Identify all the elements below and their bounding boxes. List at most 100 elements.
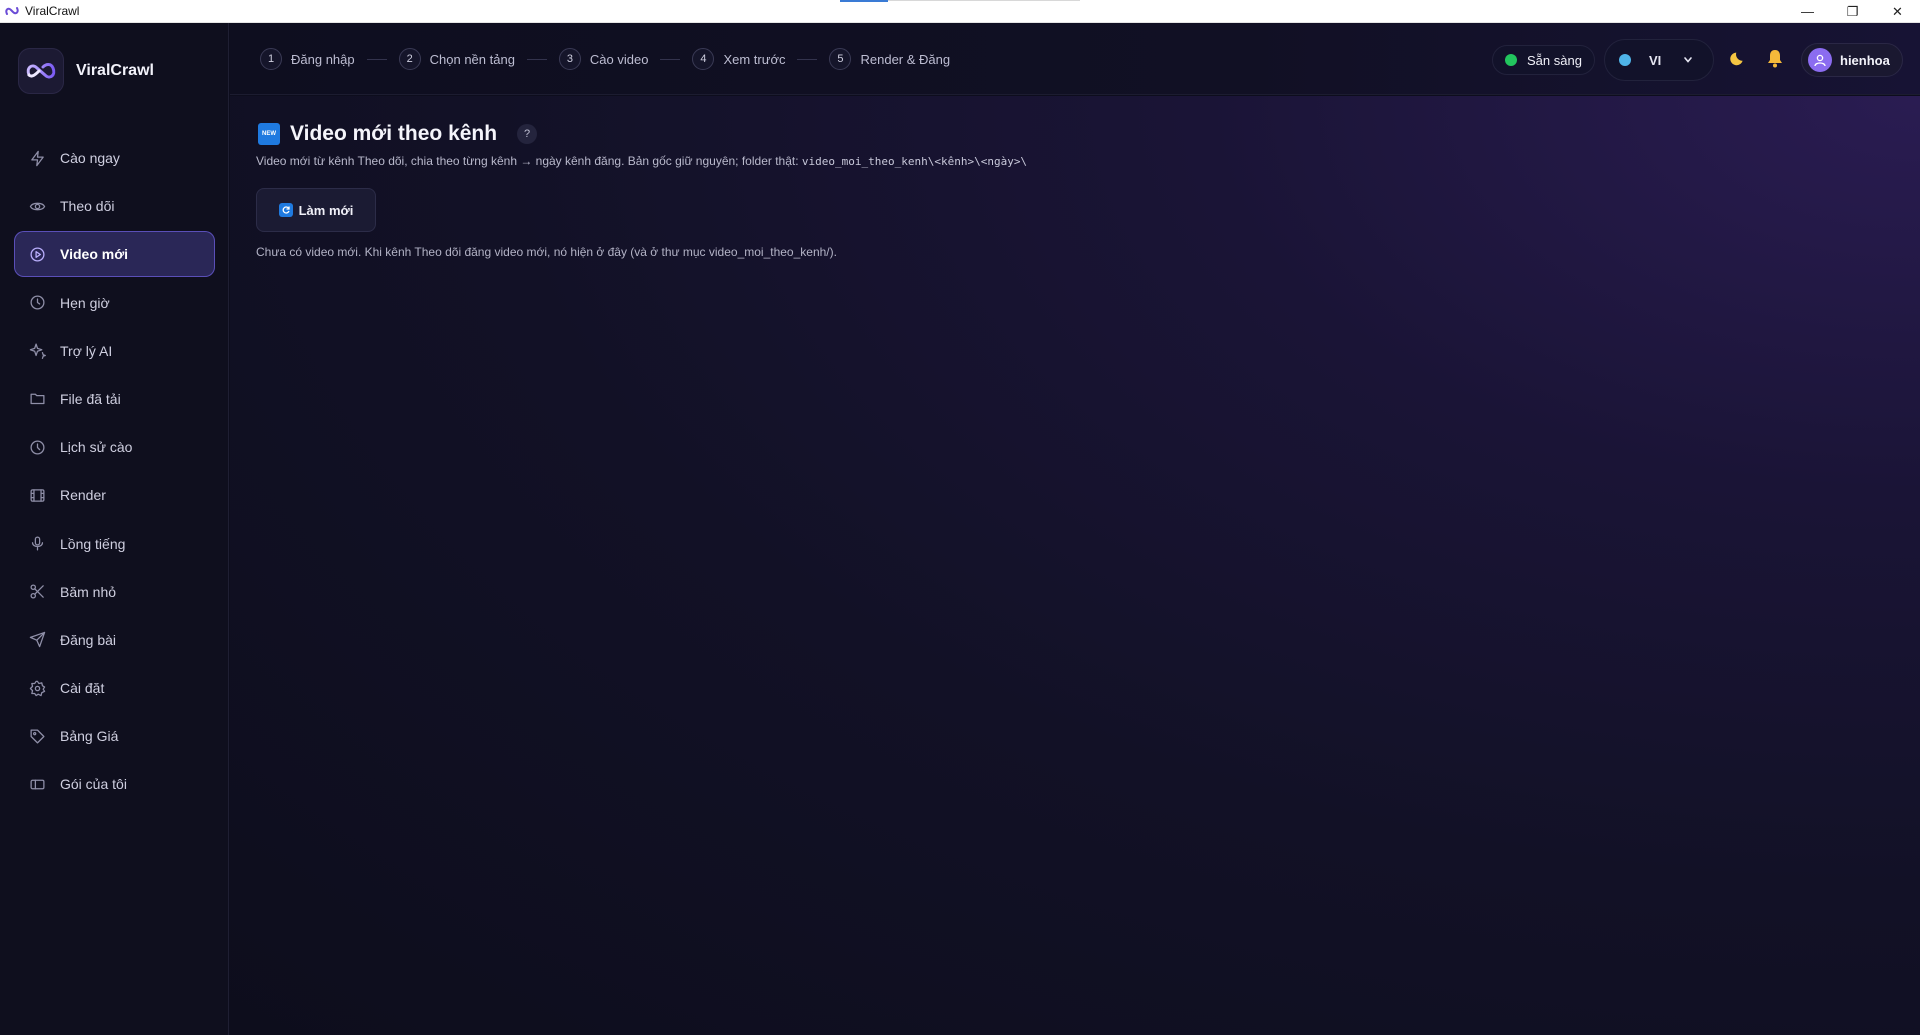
step-label: Cào video (589, 51, 649, 67)
sidebar-item-video-moi[interactable]: Video mới (14, 231, 215, 278)
tab-indicator (840, 0, 888, 2)
refresh-icon (278, 203, 293, 217)
sidebar-item-bam-nho[interactable]: Băm nhỏ (14, 569, 215, 615)
sidebar-item-label: Gói của tôi (60, 776, 127, 793)
chevron-down-icon (1684, 57, 1693, 63)
globe-icon (1619, 54, 1631, 66)
language-value: VI (1649, 52, 1662, 68)
sidebar: ViralCrawl Cào ngay Theo dõi Video mới H… (0, 23, 229, 1035)
main-content: NEW Video mới theo kênh ? Video mới từ k… (230, 96, 1920, 1035)
gear-icon (28, 679, 46, 697)
bell-icon[interactable] (1766, 48, 1786, 68)
language-select[interactable]: VI (1604, 39, 1714, 81)
step-separator (526, 58, 547, 60)
help-button[interactable]: ? (517, 124, 538, 144)
sidebar-nav: Cào ngay Theo dõi Video mới Hẹn giờ Trợ … (14, 135, 215, 810)
app-logo-icon (5, 4, 19, 18)
step-chon-nen-tang[interactable]: 2 Chọn nền tảng (398, 48, 515, 70)
sidebar-item-dang-bai[interactable]: Đăng bài (14, 617, 215, 663)
sidebar-item-label: Hẹn giờ (60, 294, 110, 311)
window-title: ViralCrawl (25, 4, 80, 18)
close-button[interactable]: ✕ (1875, 0, 1920, 23)
sidebar-item-label: Bảng Giá (60, 728, 119, 745)
sidebar-item-label: File đã tải (60, 390, 121, 407)
sidebar-item-label: Đăng bài (60, 631, 117, 648)
page-subtitle: Video mới từ kênh Theo dõi, chia theo từ… (256, 154, 1027, 168)
clock-icon (28, 294, 46, 312)
tab-divider (888, 0, 1080, 1)
refresh-label: Làm mới (298, 202, 354, 218)
scissors-icon (28, 583, 46, 601)
sidebar-item-long-tieng[interactable]: Lồng tiếng (14, 521, 215, 567)
step-xem-truoc[interactable]: 4 Xem trước (692, 48, 785, 70)
status-dot-icon (1505, 54, 1517, 66)
user-menu[interactable]: hienhoa (1801, 43, 1903, 77)
mic-icon (28, 535, 46, 553)
refresh-button[interactable]: Làm mới (256, 188, 376, 232)
window-titlebar: ViralCrawl — ❐ ✕ (0, 0, 1920, 23)
wizard-steps: 1 Đăng nhập 2 Chọn nền tảng 3 Cào video … (260, 48, 950, 70)
sidebar-item-label: Cài đặt (60, 680, 105, 697)
minimize-button[interactable]: — (1785, 0, 1830, 23)
status-text: Sẵn sàng (1527, 52, 1582, 68)
sidebar-item-label: Lịch sử cào (60, 439, 133, 456)
ticket-icon (28, 775, 46, 793)
avatar (1808, 48, 1832, 72)
step-dang-nhap[interactable]: 1 Đăng nhập (260, 48, 355, 70)
sidebar-item-label: Render (60, 487, 106, 504)
sidebar-item-file-da-tai[interactable]: File đã tải (14, 376, 215, 422)
moon-icon[interactable] (1730, 49, 1750, 69)
bolt-icon (28, 149, 46, 167)
sidebar-item-label: Trợ lý AI (60, 342, 113, 359)
brand-name: ViralCrawl (76, 62, 154, 79)
sidebar-item-bang-gia[interactable]: Bảng Giá (14, 713, 215, 759)
step-label: Đăng nhập (291, 51, 355, 67)
step-number: 5 (829, 48, 852, 70)
step-number: 4 (692, 48, 715, 70)
tag-icon (28, 727, 46, 745)
empty-state-text: Chưa có video mới. Khi kênh Theo dõi đăn… (256, 245, 837, 259)
brand[interactable]: ViralCrawl (18, 48, 154, 94)
step-label: Chọn nền tảng (429, 51, 515, 67)
play-circle-icon (28, 245, 46, 263)
sidebar-item-label: Cào ngay (60, 150, 120, 166)
step-separator (366, 58, 387, 60)
step-render-dang[interactable]: 5 Render & Đăng (829, 48, 950, 70)
step-label: Xem trước (723, 51, 786, 67)
sidebar-item-label: Lồng tiếng (60, 535, 126, 552)
sidebar-item-render[interactable]: Render (14, 472, 215, 518)
folder-icon (28, 390, 46, 408)
film-icon (28, 486, 46, 504)
username: hienhoa (1840, 52, 1890, 68)
sidebar-item-hen-gio[interactable]: Hẹn giờ (14, 280, 215, 326)
step-separator (797, 58, 818, 60)
step-separator (660, 58, 681, 60)
sidebar-item-label: Video mới (60, 246, 129, 263)
sidebar-item-tro-ly-ai[interactable]: Trợ lý AI (14, 328, 215, 374)
step-number: 1 (260, 48, 282, 70)
sidebar-item-label: Theo dõi (60, 198, 115, 215)
step-label: Render & Đăng (860, 51, 951, 67)
new-badge-icon: NEW (258, 123, 280, 145)
subtitle-text: Video mới từ kênh Theo dõi, chia theo từ… (256, 154, 802, 168)
step-number: 2 (398, 48, 421, 70)
sidebar-item-cao-ngay[interactable]: Cào ngay (14, 135, 215, 181)
folder-path: video_moi_theo_kenh\<kênh>\<ngày>\ (801, 155, 1028, 168)
sidebar-item-theo-doi[interactable]: Theo dõi (14, 183, 215, 229)
restore-button[interactable]: ❐ (1830, 0, 1875, 23)
top-header: 1 Đăng nhập 2 Chọn nền tảng 3 Cào video … (230, 23, 1920, 95)
brand-logo-icon (18, 48, 64, 94)
step-number: 3 (558, 48, 581, 70)
sparkles-icon (28, 342, 46, 360)
page-title-row: NEW Video mới theo kênh ? (258, 122, 538, 146)
sidebar-item-cai-dat[interactable]: Cài đặt (14, 665, 215, 711)
send-icon (28, 631, 46, 649)
status-badge: Sẵn sàng (1492, 45, 1595, 75)
sidebar-item-goi-cua-toi[interactable]: Gói của tôi (14, 761, 215, 807)
eye-icon (28, 197, 46, 215)
history-icon (28, 438, 46, 456)
step-cao-video[interactable]: 3 Cào video (558, 48, 649, 70)
page-title: Video mới theo kênh (290, 122, 498, 145)
sidebar-item-label: Băm nhỏ (60, 583, 117, 600)
sidebar-item-lich-su-cao[interactable]: Lịch sử cào (14, 424, 215, 470)
